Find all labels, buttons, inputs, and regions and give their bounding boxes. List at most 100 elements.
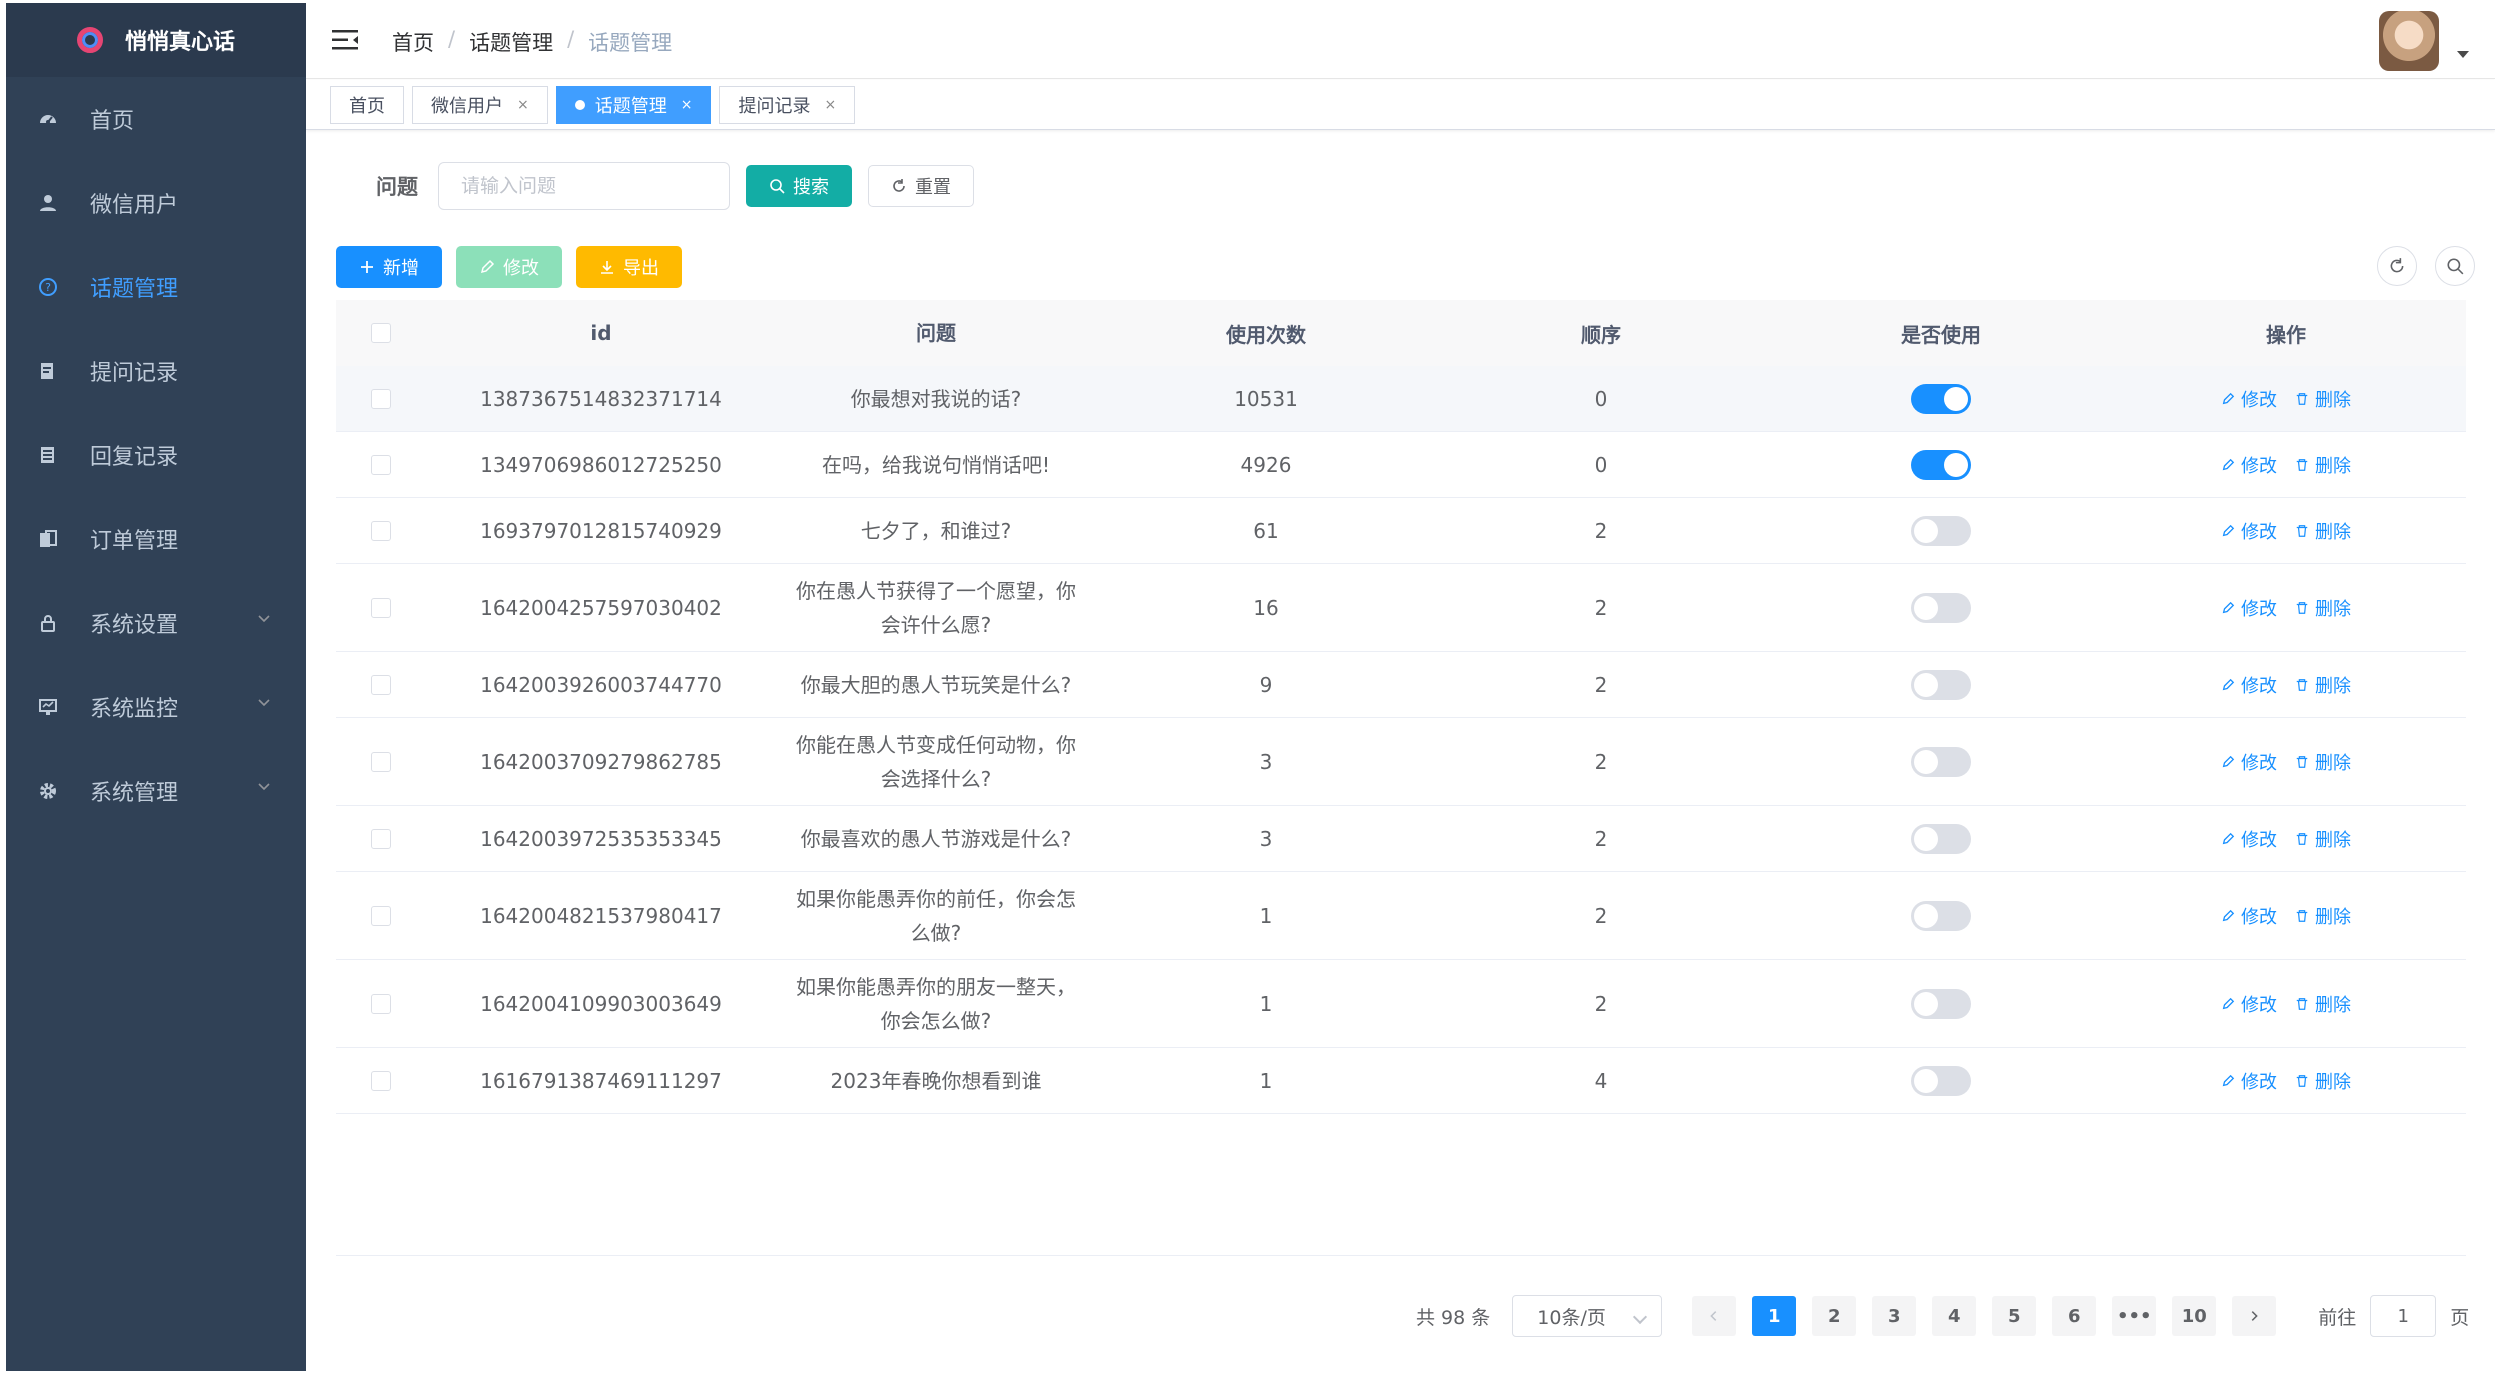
row-edit-button[interactable]: 修改 [2221,749,2277,775]
page-ellipsis-button[interactable]: ••• [2112,1296,2157,1336]
close-icon[interactable]: × [681,97,693,113]
sidebar-item-order-management[interactable]: 订单管理 [6,497,306,581]
sidebar-item-system-settings[interactable]: 系统设置 [6,581,306,665]
enabled-switch[interactable] [1911,592,1971,623]
row-edit-button[interactable]: 修改 [2221,452,2277,478]
row-delete-button[interactable]: 删除 [2295,1068,2351,1094]
tab-topic-management[interactable]: 话题管理 × [555,85,712,124]
tab-wechat-users[interactable]: 微信用户 × [412,85,548,124]
enabled-switch[interactable] [1911,449,1971,480]
row-edit-button[interactable]: 修改 [2221,1068,2277,1094]
add-button[interactable]: 新增 [336,246,442,288]
row-checkbox[interactable] [371,1070,391,1091]
row-checkbox[interactable] [371,993,391,1014]
cell-actions: 修改 删除 [2116,452,2456,478]
row-edit-button[interactable]: 修改 [2221,386,2277,412]
enabled-switch[interactable] [1911,1065,1971,1096]
row-checkbox[interactable] [371,597,391,618]
close-icon[interactable]: × [824,97,836,113]
trash-icon [2296,524,2308,537]
row-checkbox[interactable] [371,520,391,541]
page-4-button[interactable]: 4 [1932,1296,1977,1336]
row-delete-button[interactable]: 删除 [2295,386,2351,412]
column-header-id: id [590,321,612,345]
plus-icon [361,261,373,273]
table-row: 1616791387469111297 2023年春晚你想看到谁 1 4 修改 删除 [336,1048,2466,1114]
goto-prefix: 前往 [2318,1306,2357,1329]
page-3-button[interactable]: 3 [1872,1296,1917,1336]
cell-actions: 修改 删除 [2116,826,2456,852]
sidebar-item-label: 系统监控 [90,697,179,722]
toggle-search-button[interactable] [2435,246,2475,286]
sidebar-item-reply-records[interactable]: 回复记录 [6,413,306,497]
gear-icon [32,779,64,803]
cell-order: 2 [1594,903,1608,928]
sidebar-item-question-records[interactable]: 提问记录 [6,329,306,413]
row-edit-label: 修改 [2241,1071,2277,1093]
enabled-switch[interactable] [1911,383,1971,414]
row-delete-button[interactable]: 删除 [2295,991,2351,1017]
row-checkbox[interactable] [371,751,391,772]
breadcrumb-item-home[interactable]: 首页 [392,27,434,57]
row-edit-label: 修改 [2241,455,2277,477]
row-edit-button[interactable]: 修改 [2221,518,2277,544]
cell-question: 在吗，给我说句悄悄话吧! [821,452,1051,477]
enabled-switch[interactable] [1911,746,1971,777]
question-search-input[interactable] [438,162,730,210]
prev-page-button[interactable] [1692,1296,1737,1336]
enabled-switch[interactable] [1911,515,1971,546]
search-button[interactable]: 搜索 [746,165,852,207]
caret-down-icon[interactable] [2457,51,2469,58]
enabled-switch[interactable] [1911,988,1971,1019]
sidebar-item-topic-management[interactable]: ? 话题管理 [6,245,306,329]
reset-button[interactable]: 重置 [868,165,974,207]
edit-button[interactable]: 修改 [456,246,562,288]
sidebar-item-home[interactable]: 首页 [6,77,306,161]
row-delete-button[interactable]: 删除 [2295,518,2351,544]
row-delete-label: 删除 [2315,752,2351,774]
row-checkbox[interactable] [371,674,391,695]
select-all-checkbox[interactable] [371,323,391,343]
row-delete-button[interactable]: 删除 [2295,749,2351,775]
next-page-button[interactable] [2232,1296,2277,1336]
sidebar-item-wechat-users[interactable]: 微信用户 [6,161,306,245]
row-edit-button[interactable]: 修改 [2221,991,2277,1017]
hamburger-icon[interactable] [332,29,358,51]
page-6-button[interactable]: 6 [2052,1296,2097,1336]
cell-id: 1642004821537980417 [480,903,722,928]
row-checkbox[interactable] [371,454,391,475]
enabled-switch[interactable] [1911,823,1971,854]
row-delete-button[interactable]: 删除 [2295,595,2351,621]
row-checkbox[interactable] [371,388,391,409]
sidebar-item-label: 提问记录 [90,361,179,386]
trash-icon [2296,832,2308,845]
row-edit-button[interactable]: 修改 [2221,672,2277,698]
page-5-button[interactable]: 5 [1992,1296,2037,1336]
breadcrumb-item-topic[interactable]: 话题管理 [469,27,553,57]
avatar[interactable] [2379,11,2439,71]
sidebar-item-system-management[interactable]: 系统管理 [6,749,306,833]
goto-page-input[interactable] [2370,1295,2437,1337]
row-edit-button[interactable]: 修改 [2221,826,2277,852]
tab-label: 话题管理 [594,95,667,117]
row-checkbox[interactable] [371,905,391,926]
row-edit-button[interactable]: 修改 [2221,903,2277,929]
export-button[interactable]: 导出 [576,246,682,288]
sidebar-item-system-monitor[interactable]: 系统监控 [6,665,306,749]
close-icon[interactable]: × [517,97,529,113]
enabled-switch[interactable] [1911,669,1971,700]
enabled-switch[interactable] [1911,900,1971,931]
page-1-button[interactable]: 1 [1752,1296,1797,1336]
row-delete-button[interactable]: 删除 [2295,452,2351,478]
row-delete-button[interactable]: 删除 [2295,903,2351,929]
tab-home[interactable]: 首页 [330,85,404,124]
row-edit-button[interactable]: 修改 [2221,595,2277,621]
page-2-button[interactable]: 2 [1812,1296,1857,1336]
tab-question-records[interactable]: 提问记录 × [719,85,856,124]
row-checkbox[interactable] [371,828,391,849]
row-delete-button[interactable]: 删除 [2295,826,2351,852]
page-10-button[interactable]: 10 [2172,1296,2217,1336]
page-size-select[interactable]: 10条/页 [1512,1295,1663,1337]
row-delete-button[interactable]: 删除 [2295,672,2351,698]
refresh-button[interactable] [2377,246,2417,286]
